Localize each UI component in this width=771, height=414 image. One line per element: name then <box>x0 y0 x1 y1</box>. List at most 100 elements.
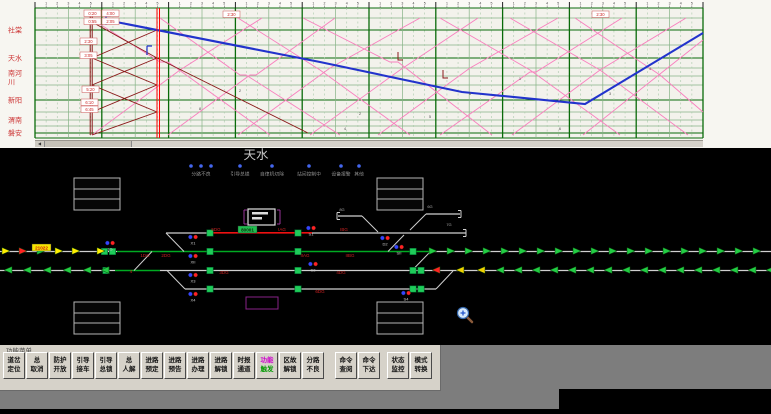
svg-text:1DG: 1DG <box>140 253 150 258</box>
svg-text:3: 3 <box>268 2 270 6</box>
toolbar-button-13[interactable]: 区故解锁 <box>279 352 301 379</box>
button-label-line2: 解锁 <box>211 366 231 375</box>
button-label-line2: 开放 <box>50 366 70 375</box>
train-number-window[interactable]: 80001 <box>238 226 257 233</box>
train-diagram-canvas: 1234512345123451234512345123451234512345… <box>0 0 771 148</box>
signal-red-lamp-icon <box>194 235 198 239</box>
button-panel: 功能菜单 道岔定位总取消防护开放引导接车引导总锁总人解进路预定进路预告进路办理进… <box>0 345 441 391</box>
svg-text:3: 3 <box>335 2 337 6</box>
button-label-line2: 总锁 <box>96 366 116 375</box>
signal-blue-lamp-icon <box>188 273 192 277</box>
ctc-workstation: 1234512345123451234512345123451234512345… <box>0 0 771 414</box>
signal-red-lamp-icon <box>400 245 404 249</box>
button-label-line2: 转换 <box>411 366 431 375</box>
svg-text:1: 1 <box>179 2 181 6</box>
svg-text:自律机切除: 自律机切除 <box>260 171 284 178</box>
toolbar-button-9[interactable]: 进路办理 <box>187 352 209 379</box>
zoom-magnifier-icon[interactable] <box>458 308 473 323</box>
svg-text:21022: 21022 <box>35 245 48 250</box>
svg-text:1: 1 <box>646 2 648 6</box>
toolbar-button-1[interactable]: 道岔定位 <box>3 352 25 379</box>
graph-horizontal-scrollbar[interactable]: ◀ <box>35 140 703 147</box>
svg-text:1: 1 <box>112 2 114 6</box>
button-label-line2: 查阅 <box>336 366 356 375</box>
svg-text:5: 5 <box>424 2 426 6</box>
svg-text:5: 5 <box>90 2 92 6</box>
station-name-column: 社棠天水南河川新阳渭南磐安 <box>8 26 22 138</box>
signal-red-lamp-icon <box>194 273 198 277</box>
svg-text:川: 川 <box>8 79 15 87</box>
toolbar-button-2[interactable]: 总取消 <box>26 352 48 379</box>
svg-text:4: 4 <box>145 2 147 6</box>
svg-text:4: 4 <box>680 2 682 6</box>
legend-dot-icon <box>238 164 242 168</box>
button-label-line1: 防护 <box>50 357 70 366</box>
train-number-window[interactable]: 21022 <box>32 244 51 251</box>
button-label-line1: 模式 <box>411 357 431 366</box>
toolbar-button-11[interactable]: 时报通道 <box>233 352 255 379</box>
button-label-line2: 人解 <box>119 366 139 375</box>
toolbar-button-18[interactable]: 模式转换 <box>410 352 432 379</box>
svg-text:5: 5 <box>357 2 359 6</box>
button-label-line1: 总 <box>119 357 139 366</box>
legend-dot-icon <box>270 164 274 168</box>
toolbar-button-12[interactable]: 功能触发 <box>256 352 278 379</box>
scroll-left-arrow-icon[interactable]: ◀ <box>35 141 45 147</box>
svg-text:磐安: 磐安 <box>8 129 22 138</box>
button-label-line2: 预定 <box>142 366 162 375</box>
toolbar-button-5[interactable]: 引导总锁 <box>95 352 117 379</box>
toolbar-button-16[interactable]: 命令下达 <box>358 352 380 379</box>
svg-text:6:45: 6:45 <box>85 107 94 112</box>
button-label-line2: 监控 <box>388 366 408 375</box>
toolbar-button-15[interactable]: 命令查阅 <box>335 352 357 379</box>
signal-blue-lamp-icon <box>394 245 398 249</box>
button-label-line2: 解锁 <box>280 366 300 375</box>
signal-red-lamp-icon <box>194 254 198 258</box>
button-label-line1: 进路 <box>165 357 185 366</box>
toolbar-button-6[interactable]: 总人解 <box>118 352 140 379</box>
toolbar-button-8[interactable]: 进路预告 <box>164 352 186 379</box>
svg-text:分路不良: 分路不良 <box>191 171 210 178</box>
svg-text:4:00: 4:00 <box>106 11 115 16</box>
svg-text:2:30: 2:30 <box>596 12 605 17</box>
svg-text:1: 1 <box>513 2 515 6</box>
svg-text:设备报警: 设备报警 <box>331 171 350 178</box>
svg-text:5: 5 <box>290 2 292 6</box>
svg-text:5DG: 5DG <box>211 227 221 232</box>
svg-text:IAG: IAG <box>278 227 286 232</box>
toolbar-button-7[interactable]: 进路预定 <box>141 352 163 379</box>
toolbar-button-4[interactable]: 引导接车 <box>72 352 94 379</box>
svg-text:80001: 80001 <box>241 227 254 232</box>
svg-text:S4: S4 <box>404 297 410 302</box>
legend-dot-icon <box>199 164 203 168</box>
shunting-area-box <box>246 297 278 309</box>
svg-text:6:10: 6:10 <box>85 100 94 105</box>
svg-text:3: 3 <box>535 2 537 6</box>
svg-text:4DG: 4DG <box>336 270 346 275</box>
toolbar-button-17[interactable]: 状态监控 <box>387 352 409 379</box>
svg-text:2:30: 2:30 <box>84 39 93 44</box>
toolbar-button-3[interactable]: 防护开放 <box>49 352 71 379</box>
svg-text:3: 3 <box>669 2 671 6</box>
svg-text:6DG: 6DG <box>315 289 325 294</box>
signal-blue-lamp-icon <box>105 241 109 245</box>
toolbar-button-10[interactable]: 进路解锁 <box>210 352 232 379</box>
svg-text:1: 1 <box>580 2 582 6</box>
svg-text:1: 1 <box>312 2 314 6</box>
svg-text:4: 4 <box>546 2 548 6</box>
svg-text:3: 3 <box>401 2 403 6</box>
signal-blue-lamp-icon <box>188 292 192 296</box>
signal-red-lamp-icon <box>314 262 318 266</box>
scrollbar-thumb[interactable] <box>45 141 132 147</box>
svg-text:站间控制中: 站间控制中 <box>297 171 321 178</box>
toolbar-button-14[interactable]: 分路不良 <box>302 352 324 379</box>
signal-blue-lamp-icon <box>306 226 310 230</box>
svg-text:2: 2 <box>56 2 58 6</box>
svg-text:2: 2 <box>591 2 593 6</box>
svg-text:4: 4 <box>279 2 281 6</box>
signal-blue-lamp-icon <box>188 254 192 258</box>
info-table <box>74 178 120 210</box>
legend-dot-icon <box>357 164 361 168</box>
signal-red-lamp-icon <box>386 236 390 240</box>
button-label-line2: 接车 <box>73 366 93 375</box>
